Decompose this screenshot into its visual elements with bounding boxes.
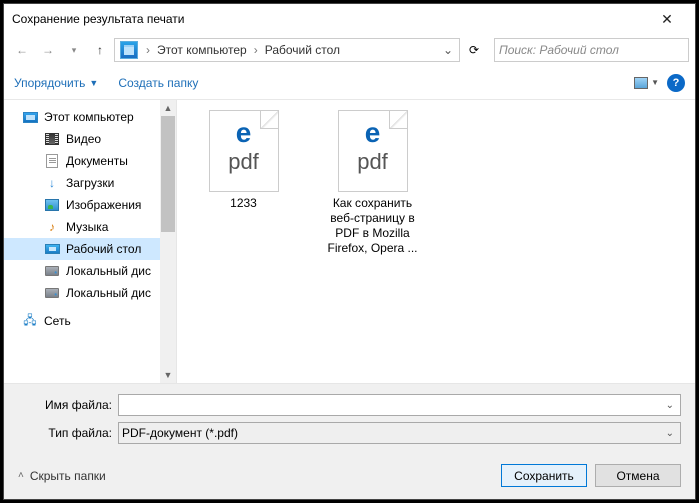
- form-area: Имя файла: ⌄ Тип файла: PDF-документ (*.…: [4, 383, 695, 454]
- refresh-button[interactable]: ⟳: [462, 38, 486, 62]
- navbar: ← → ▾ ↑ › Этот компьютер › Рабочий стол …: [4, 34, 695, 66]
- filetype-label: Тип файла:: [18, 426, 112, 440]
- filename-field[interactable]: ⌄: [118, 394, 681, 416]
- save-dialog: Сохранение результата печати ✕ ← → ▾ ↑ ›…: [3, 3, 696, 500]
- help-button[interactable]: ?: [667, 74, 685, 92]
- file-name: 1233: [230, 196, 257, 211]
- breadcrumb-pc[interactable]: Этот компьютер: [155, 43, 249, 57]
- filetype-dropdown-icon[interactable]: ⌄: [663, 428, 677, 439]
- scroll-down-icon[interactable]: ▼: [160, 367, 176, 383]
- close-button[interactable]: ✕: [647, 11, 687, 28]
- pc-icon: [120, 41, 138, 59]
- tree-item-videos[interactable]: Видео: [4, 128, 176, 150]
- video-icon: [44, 131, 60, 147]
- disk-icon: [44, 263, 60, 279]
- body: Этот компьютер Видео Документы ↓ Загрузк…: [4, 100, 695, 383]
- window-title: Сохранение результата печати: [12, 12, 647, 26]
- tree-item-network[interactable]: 🖧 Сеть: [4, 310, 176, 332]
- tree-item-localdisk-1[interactable]: Локальный дис: [4, 260, 176, 282]
- tree-item-music[interactable]: ♪ Музыка: [4, 216, 176, 238]
- pdf-file-icon: e pdf: [209, 110, 279, 192]
- filetype-value: PDF-документ (*.pdf): [122, 426, 663, 440]
- file-item[interactable]: e pdf 1233: [191, 110, 296, 211]
- document-icon: [44, 153, 60, 169]
- search-placeholder: Поиск: Рабочий стол: [499, 43, 619, 57]
- back-button[interactable]: ←: [10, 38, 34, 62]
- file-item[interactable]: e pdf Как сохранить веб-страницу в PDF в…: [320, 110, 425, 256]
- tree-item-this-pc[interactable]: Этот компьютер: [4, 106, 176, 128]
- file-name: Как сохранить веб-страницу в PDF в Mozil…: [323, 196, 423, 256]
- save-button[interactable]: Сохранить: [501, 464, 587, 487]
- filename-label: Имя файла:: [18, 398, 112, 412]
- network-icon: 🖧: [22, 313, 38, 329]
- tree-item-localdisk-2[interactable]: Локальный дис: [4, 282, 176, 304]
- folder-tree[interactable]: Этот компьютер Видео Документы ↓ Загрузк…: [4, 100, 177, 383]
- chevron-down-icon: ▼: [651, 78, 659, 87]
- disk-icon: [44, 285, 60, 301]
- view-options-button[interactable]: ▼: [634, 77, 659, 89]
- toolbar: Упорядочить ▼ Создать папку ▼ ?: [4, 66, 695, 100]
- search-input[interactable]: Поиск: Рабочий стол: [494, 38, 689, 62]
- filename-input[interactable]: [122, 398, 663, 412]
- scroll-thumb[interactable]: [161, 116, 175, 367]
- view-icon: [634, 77, 648, 89]
- titlebar: Сохранение результата печати ✕: [4, 4, 695, 34]
- desktop-icon: [44, 241, 60, 257]
- chevron-down-icon: ▼: [89, 78, 98, 88]
- filetype-combo[interactable]: PDF-документ (*.pdf) ⌄: [118, 422, 681, 444]
- breadcrumb-desktop[interactable]: Рабочий стол: [263, 43, 342, 57]
- caret-up-icon: ˄: [18, 470, 24, 481]
- organize-menu[interactable]: Упорядочить ▼: [14, 76, 98, 90]
- scroll-up-icon[interactable]: ▲: [160, 100, 176, 116]
- chevron-right-icon: ›: [249, 43, 263, 57]
- hide-folders-button[interactable]: ˄ Скрыть папки: [18, 469, 106, 483]
- pc-icon: [22, 109, 38, 125]
- address-dropdown-icon[interactable]: ⌄: [443, 43, 453, 57]
- forward-button: →: [36, 38, 60, 62]
- up-button[interactable]: ↑: [88, 38, 112, 62]
- pdf-file-icon: e pdf: [338, 110, 408, 192]
- file-list[interactable]: e pdf 1233 e pdf Как сохранить веб-стран…: [177, 100, 695, 383]
- download-icon: ↓: [44, 175, 60, 191]
- cancel-button[interactable]: Отмена: [595, 464, 681, 487]
- tree-item-desktop[interactable]: Рабочий стол: [4, 238, 176, 260]
- tree-item-documents[interactable]: Документы: [4, 150, 176, 172]
- tree-item-pictures[interactable]: Изображения: [4, 194, 176, 216]
- recent-dropdown[interactable]: ▾: [62, 38, 86, 62]
- chevron-right-icon: ›: [141, 43, 155, 57]
- footer: ˄ Скрыть папки Сохранить Отмена: [4, 454, 695, 499]
- new-folder-button[interactable]: Создать папку: [118, 76, 198, 90]
- tree-scrollbar[interactable]: ▲ ▼: [160, 100, 176, 383]
- address-bar[interactable]: › Этот компьютер › Рабочий стол ⌄: [114, 38, 460, 62]
- tree-item-downloads[interactable]: ↓ Загрузки: [4, 172, 176, 194]
- filename-dropdown-icon[interactable]: ⌄: [663, 400, 677, 411]
- music-icon: ♪: [44, 219, 60, 235]
- pictures-icon: [44, 197, 60, 213]
